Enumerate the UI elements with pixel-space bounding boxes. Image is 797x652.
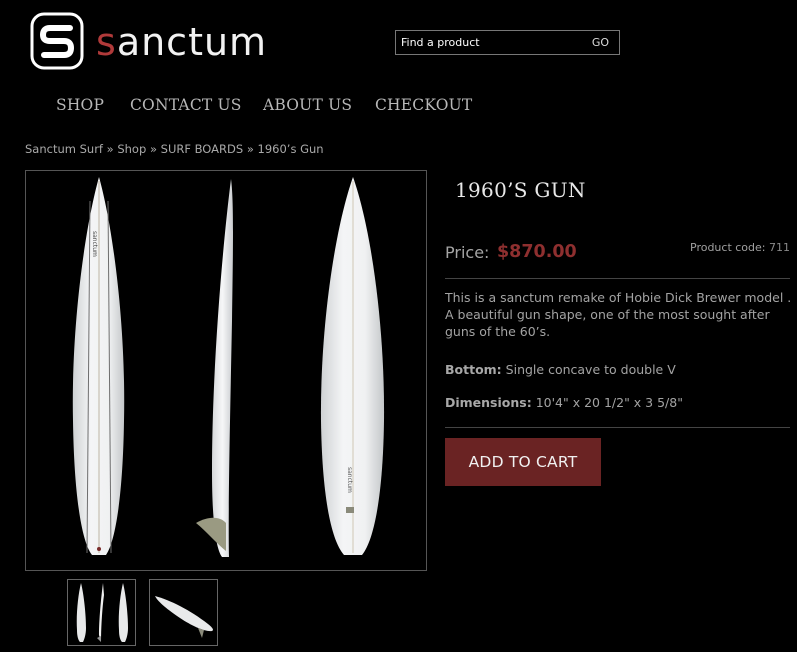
board-three-views-thumbnail <box>76 583 128 642</box>
board-angled-thumbnail <box>155 596 213 638</box>
divider <box>445 278 790 279</box>
svg-text:sanctum: sanctum <box>346 467 353 493</box>
search-input[interactable] <box>396 31 576 54</box>
product-code: Product code: 711 <box>690 241 790 254</box>
price-row: Price: $870.00 Product code: 711 <box>445 241 790 265</box>
logo-s-icon <box>30 12 84 70</box>
nav-shop[interactable]: SHOP <box>56 96 104 114</box>
add-to-cart-button[interactable]: ADD TO CART <box>445 438 601 486</box>
product-description: This is a sanctum remake of Hobie Dick B… <box>445 290 792 339</box>
search-box: GO <box>395 30 620 55</box>
spec-bottom-value: Single concave to double V <box>505 362 676 377</box>
breadcrumb-separator: » <box>246 142 254 156</box>
thumbnail-angled-view[interactable] <box>149 579 218 646</box>
thumbnail-three-views[interactable] <box>67 579 136 646</box>
divider <box>445 427 790 428</box>
brand-name: sanctum <box>96 20 268 64</box>
price-value: $870.00 <box>497 242 577 262</box>
spec-dimensions-label: Dimensions: <box>445 395 532 410</box>
price-label: Price: <box>445 243 490 262</box>
spec-bottom: Bottom: Single concave to double V <box>445 362 676 377</box>
search-go-button[interactable]: GO <box>592 31 609 54</box>
product-code-label: Product code: <box>690 241 766 254</box>
breadcrumb-separator: » <box>106 142 114 156</box>
product-main-image[interactable]: sanctum sanctum <box>25 170 427 571</box>
breadcrumb-surf-boards[interactable]: SURF BOARDS <box>161 142 244 156</box>
breadcrumb-separator: » <box>149 142 157 156</box>
spec-bottom-label: Bottom: <box>445 362 502 377</box>
nav-checkout[interactable]: CHECKOUT <box>375 96 472 114</box>
surfboard-image: sanctum sanctum <box>72 177 385 557</box>
breadcrumb: Sanctum Surf » Shop » SURF BOARDS » 1960… <box>25 142 324 156</box>
spec-dimensions-value: 10'4" x 20 1/2" x 3 5/8" <box>535 395 683 410</box>
board-side-view <box>212 179 233 557</box>
fin-icon <box>196 517 226 551</box>
svg-text:sanctum: sanctum <box>91 231 98 257</box>
nav-contact-us[interactable]: CONTACT US <box>130 96 242 114</box>
breadcrumb-shop[interactable]: Shop <box>117 142 146 156</box>
breadcrumb-home[interactable]: Sanctum Surf <box>25 142 103 156</box>
spec-dimensions: Dimensions: 10'4" x 20 1/2" x 3 5/8" <box>445 395 683 410</box>
breadcrumb-current: 1960’s Gun <box>257 142 324 156</box>
product-title: 1960’S GUN <box>455 178 586 202</box>
board-bottom-view <box>320 177 385 555</box>
product-code-value: 711 <box>769 241 790 254</box>
brand-logo[interactable]: sanctum <box>30 12 300 70</box>
nav-about-us[interactable]: ABOUT US <box>263 96 352 114</box>
